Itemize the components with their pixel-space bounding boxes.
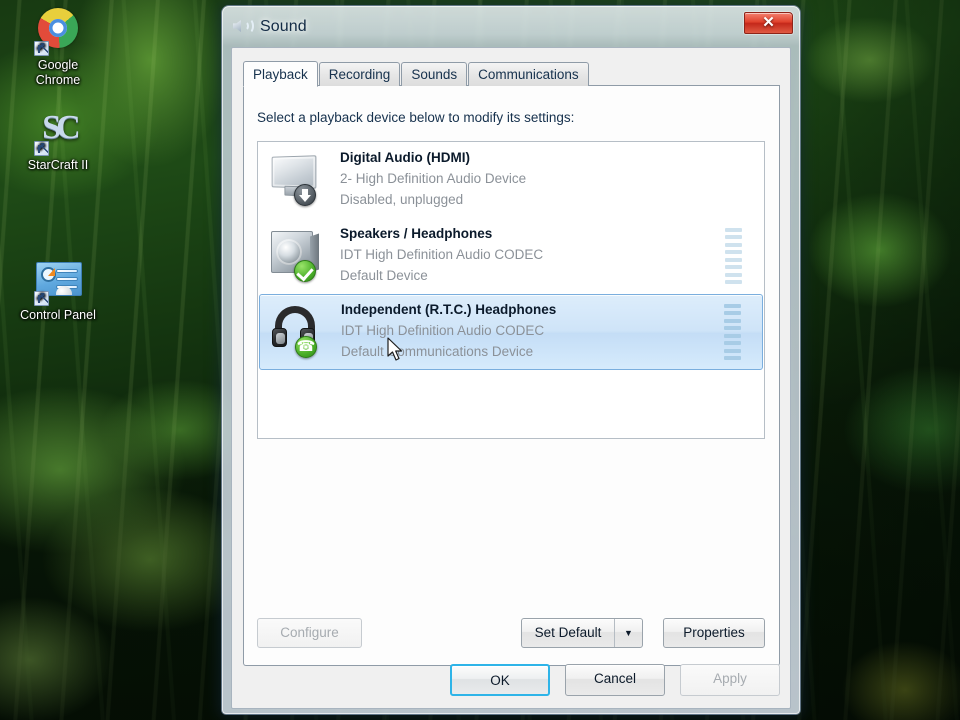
volume-meter bbox=[725, 228, 742, 284]
green-check-badge-icon bbox=[294, 260, 316, 282]
device-status: Default Communications Device bbox=[341, 344, 534, 359]
device-name: Independent (R.T.C.) Headphones bbox=[341, 302, 557, 317]
list-item[interactable]: Independent (R.T.C.) Headphones IDT High… bbox=[259, 294, 763, 370]
shortcut-arrow-icon bbox=[34, 39, 49, 56]
instruction-text: Select a playback device below to modify… bbox=[257, 110, 575, 125]
desktop-icon-label-chrome-line1: Google bbox=[37, 58, 79, 72]
chevron-down-icon[interactable]: ▼ bbox=[614, 619, 642, 647]
shortcut-arrow-icon bbox=[34, 289, 49, 306]
sound-speaker-icon bbox=[232, 16, 254, 37]
control-panel-icon bbox=[34, 258, 82, 306]
tab-playback[interactable]: Playback bbox=[243, 61, 318, 87]
desktop-icon-label-chrome-line2: Chrome bbox=[35, 73, 81, 87]
ok-button[interactable]: OK bbox=[450, 664, 550, 696]
cancel-button[interactable]: Cancel bbox=[565, 664, 665, 696]
set-default-button[interactable]: Set Default ▼ bbox=[521, 618, 643, 648]
tab-sounds[interactable]: Sounds bbox=[401, 62, 468, 87]
dialog-footer-buttons: OK Cancel Apply bbox=[243, 664, 780, 696]
tab-bar: Playback Recording Sounds Communications bbox=[243, 61, 780, 87]
device-action-buttons: Configure Set Default ▼ Properties bbox=[257, 618, 765, 648]
starcraft-logo-icon: SC bbox=[34, 108, 82, 156]
configure-button[interactable]: Configure bbox=[257, 618, 362, 648]
headphones-icon bbox=[269, 302, 327, 360]
list-item[interactable]: Speakers / Headphones IDT High Definitio… bbox=[258, 218, 764, 294]
device-driver: IDT High Definition Audio CODEC bbox=[341, 323, 545, 338]
set-default-label: Set Default bbox=[534, 625, 602, 640]
chrome-logo-icon bbox=[34, 8, 82, 56]
device-status: Disabled, unplugged bbox=[340, 192, 464, 207]
tab-recording[interactable]: Recording bbox=[318, 62, 401, 87]
speaker-icon bbox=[268, 226, 326, 284]
desktop-icon-control-panel[interactable]: Control Panel bbox=[8, 258, 108, 323]
volume-meter bbox=[724, 304, 741, 360]
device-name: Digital Audio (HDMI) bbox=[340, 150, 470, 165]
sound-dialog-window: Sound ✕ Playback Recording Sounds Commun… bbox=[222, 6, 800, 714]
desktop-icon-google-chrome[interactable]: Google Chrome bbox=[8, 8, 108, 88]
title-bar[interactable]: Sound ✕ bbox=[227, 11, 795, 47]
device-status: Default Device bbox=[340, 268, 428, 283]
desktop-icon-label-control-panel: Control Panel bbox=[20, 308, 96, 322]
shortcut-arrow-icon bbox=[34, 139, 49, 156]
apply-button[interactable]: Apply bbox=[680, 664, 780, 696]
properties-button[interactable]: Properties bbox=[663, 618, 765, 648]
desktop-icon-label-starcraft: StarCraft II bbox=[27, 158, 89, 172]
window-title: Sound bbox=[260, 18, 307, 35]
down-arrow-badge-icon bbox=[294, 184, 316, 206]
device-name: Speakers / Headphones bbox=[340, 226, 493, 241]
close-icon[interactable]: ✕ bbox=[744, 12, 793, 34]
desktop-icon-starcraft-ii[interactable]: SC StarCraft II bbox=[8, 108, 108, 173]
tab-communications[interactable]: Communications bbox=[468, 62, 589, 87]
list-item[interactable]: Digital Audio (HDMI) 2- High Definition … bbox=[258, 142, 764, 218]
dialog-client-area: Playback Recording Sounds Communications… bbox=[231, 47, 791, 709]
device-driver: IDT High Definition Audio CODEC bbox=[340, 247, 544, 262]
playback-tab-panel: Select a playback device below to modify… bbox=[243, 86, 780, 666]
device-driver: 2- High Definition Audio Device bbox=[340, 171, 527, 186]
playback-device-list[interactable]: Digital Audio (HDMI) 2- High Definition … bbox=[257, 141, 765, 439]
monitor-icon bbox=[268, 150, 326, 208]
green-phone-badge-icon bbox=[295, 336, 317, 358]
